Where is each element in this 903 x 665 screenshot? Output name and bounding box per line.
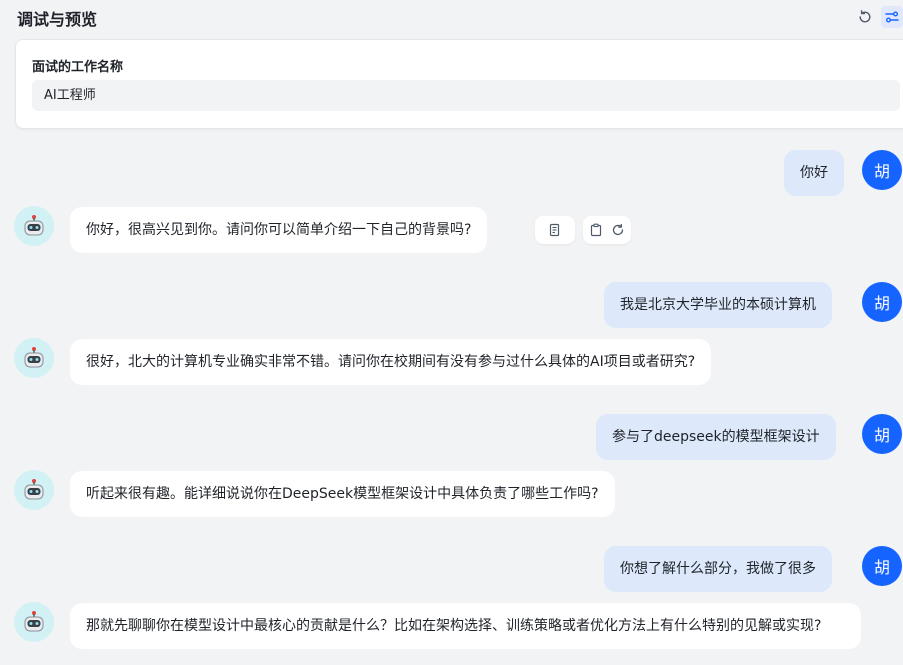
bot-avatar (14, 470, 54, 510)
copy-icon[interactable] (589, 223, 603, 237)
user-avatar: 胡 (862, 546, 902, 586)
copy-regenerate-group (583, 216, 631, 244)
settings-sliders-icon (885, 11, 899, 23)
reset-conversation-button[interactable] (854, 6, 876, 28)
bot-message: 那就先聊聊你在模型设计中最核心的贡献是什么？比如在架构选择、训练策略或者优化方法… (70, 603, 861, 649)
user-message: 我是北京大学毕业的本硕计算机 (604, 282, 832, 328)
bot-avatar (14, 206, 54, 246)
message-tools (535, 216, 631, 246)
variable-card: 面试的工作名称 (15, 39, 903, 129)
document-icon (549, 223, 560, 237)
debug-preview-header: 调试与预览 (0, 0, 903, 36)
user-message: 你好 (784, 150, 844, 196)
regenerate-icon[interactable] (611, 223, 625, 237)
user-avatar: 胡 (862, 150, 902, 190)
panel-title: 调试与预览 (17, 10, 98, 29)
user-message: 参与了deepseek的模型框架设计 (596, 414, 836, 460)
user-avatar: 胡 (862, 282, 902, 322)
robot-icon (24, 611, 44, 632)
bot-message: 听起来很有趣。能详细说说你在DeepSeek模型框架设计中具体负责了哪些工作吗? (70, 471, 615, 517)
job-name-label: 面试的工作名称 (32, 60, 124, 75)
bot-message: 很好，北大的计算机专业确实非常不错。请问你在校期间有没有参与过什么具体的AI项目… (70, 339, 712, 385)
user-message: 你想了解什么部分，我做了很多 (604, 546, 832, 592)
bot-avatar (14, 602, 54, 642)
job-name-input[interactable] (32, 80, 900, 111)
refresh-icon (859, 10, 871, 23)
variable-settings-button[interactable] (881, 6, 903, 28)
robot-icon (24, 215, 44, 236)
user-avatar: 胡 (862, 414, 902, 454)
bot-message: 你好，很高兴见到你。请问你可以简单介绍一下自己的背景吗? (70, 207, 488, 253)
bot-avatar (14, 338, 54, 378)
robot-icon (24, 479, 44, 500)
view-source-button[interactable] (535, 216, 575, 244)
robot-icon (24, 347, 44, 368)
